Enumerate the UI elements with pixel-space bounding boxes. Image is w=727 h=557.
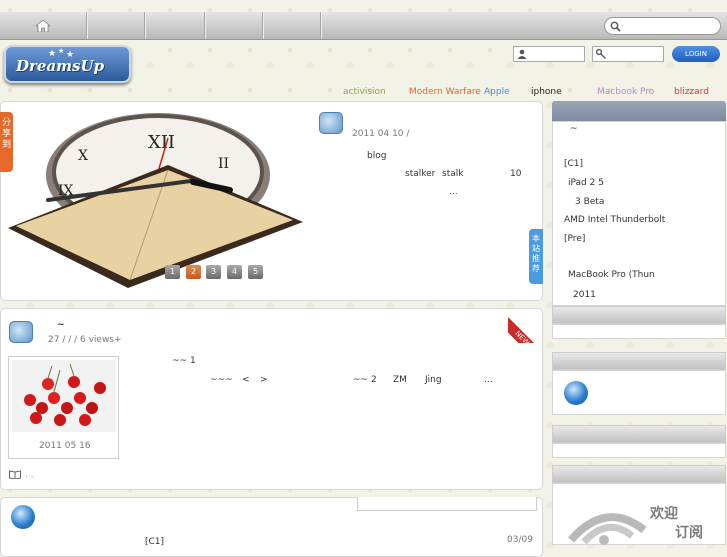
username-field[interactable] xyxy=(513,46,585,62)
post-text: ~~ 1 xyxy=(172,356,196,366)
slider-page-2[interactable]: 2 xyxy=(186,265,201,279)
post-text: Jing xyxy=(425,375,442,385)
sidebar-item[interactable]: ~ xyxy=(570,124,578,134)
post-text: > xyxy=(260,375,268,385)
sidebar-item[interactable]: 3 Beta xyxy=(575,197,604,207)
post-title[interactable]: ~ xyxy=(57,320,65,330)
globe-icon xyxy=(11,505,35,529)
bottom-item[interactable]: [C1] xyxy=(145,537,164,547)
sidebar-header xyxy=(552,101,726,121)
slider-page-5[interactable]: 5 xyxy=(248,265,263,279)
tag-link[interactable]: blizzard xyxy=(674,87,709,97)
post-text: < xyxy=(242,375,250,385)
featured-word: 10 xyxy=(510,169,522,179)
cup-icon xyxy=(9,321,33,343)
tab-strip xyxy=(357,497,537,511)
svg-text:II: II xyxy=(218,156,229,172)
sidebar-item[interactable]: [Pre] xyxy=(564,234,585,244)
post-thumbnail[interactable]: 2011 05 16 xyxy=(8,356,119,459)
post-text: ZM xyxy=(393,375,407,385)
tag-link[interactable]: activision xyxy=(343,87,386,97)
key-icon xyxy=(596,49,606,59)
svg-text:XII: XII xyxy=(148,132,175,153)
nav-divider xyxy=(262,12,263,39)
subscribe-text: 欢迎 xyxy=(650,506,678,522)
slider-page-1[interactable]: 1 xyxy=(165,265,180,279)
new-badge: NEW xyxy=(508,308,543,343)
globe-icon xyxy=(564,381,588,405)
login-button[interactable]: LOGIN xyxy=(672,46,720,62)
thumbnail-date: 2011 05 16 xyxy=(39,441,91,451)
sidebar-section-header xyxy=(552,306,726,324)
user-icon xyxy=(517,49,527,59)
featured-ellipsis: ... xyxy=(449,187,458,197)
share-tab[interactable]: 分享到 xyxy=(0,112,13,172)
sidebar-box xyxy=(552,324,726,339)
rss-icon[interactable] xyxy=(566,500,646,545)
cup-icon xyxy=(319,112,343,134)
featured-word: stalk xyxy=(442,169,464,179)
nav-divider xyxy=(204,12,205,39)
tag-link[interactable]: Modern Warfare xyxy=(409,87,481,97)
subscribe-text: 订阅 xyxy=(675,525,703,541)
sidebar-box xyxy=(552,443,726,458)
home-icon[interactable] xyxy=(36,20,50,32)
site-logo[interactable]: DreamsUp ★ ★ ★ xyxy=(4,45,131,83)
featured-word: stalker xyxy=(405,169,436,179)
bottom-date: 03/09 xyxy=(507,535,533,545)
recommend-tab[interactable]: 本站推荐 xyxy=(529,229,543,284)
book-icon xyxy=(9,470,21,479)
post-text: ~~~ xyxy=(210,375,233,385)
post-footer: . . xyxy=(25,470,34,480)
tag-link[interactable]: iphone xyxy=(531,87,562,97)
sidebar-item[interactable]: MacBook Pro (Thun xyxy=(568,270,655,280)
tag-link[interactable]: Apple xyxy=(484,87,510,97)
cherries-image xyxy=(12,360,116,432)
slider-page-3[interactable]: 3 xyxy=(206,265,221,279)
search-input[interactable] xyxy=(604,17,721,35)
post-text: ... xyxy=(484,375,493,385)
sidebar-item[interactable]: 2011 xyxy=(573,290,596,300)
sidebar-section-header xyxy=(552,425,726,443)
featured-line: blog xyxy=(367,151,387,161)
sidebar-section-header xyxy=(552,465,726,483)
clock-notebook-image[interactable]: XII II X IX xyxy=(8,110,308,290)
post-date: 2011 04 10 / xyxy=(352,129,410,139)
sidebar-item[interactable]: AMD Intel Thunderbolt xyxy=(564,215,665,225)
post-meta: 27 / / / 6 views+ xyxy=(48,335,122,345)
sidebar-item[interactable]: [C1] xyxy=(564,159,583,169)
nav-divider xyxy=(86,12,87,39)
sidebar-item[interactable]: iPad 2 5 xyxy=(568,178,604,188)
sidebar-section-header xyxy=(552,352,726,370)
tag-link[interactable]: Macbook Pro xyxy=(597,87,654,97)
slider-page-4[interactable]: 4 xyxy=(227,265,242,279)
password-field[interactable] xyxy=(592,46,664,62)
svg-text:X: X xyxy=(78,148,88,164)
nav-divider xyxy=(144,12,145,39)
post-text: ~~ 2 xyxy=(353,375,377,385)
search-icon xyxy=(610,21,621,32)
nav-divider xyxy=(320,12,321,39)
